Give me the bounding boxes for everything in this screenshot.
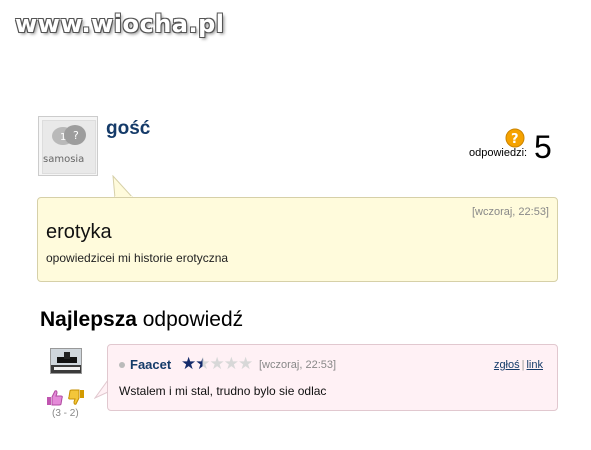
vote-count: (3 - 2): [52, 408, 79, 419]
answer-actions: zgłoś | link: [494, 359, 543, 371]
question-title: erotyka: [46, 221, 112, 243]
star-icon: ★: [181, 354, 196, 374]
question-author-avatar[interactable]: 1 ? samosia: [38, 116, 98, 176]
avatar-image: [51, 349, 81, 373]
rating-stars: ★★★★★: [181, 354, 253, 374]
best-answer-heading: Najlepsza odpowiedź: [40, 308, 243, 332]
report-link[interactable]: zgłoś: [494, 359, 520, 371]
question-bubble-tail: [112, 175, 135, 199]
star-icon: ★: [223, 354, 239, 374]
question-author-name[interactable]: gość: [106, 118, 150, 140]
answer-body: Wstalem i mi stal, trudno bylo sie odlac: [119, 384, 327, 398]
svg-text:1: 1: [60, 132, 66, 143]
answers-count: 5: [534, 129, 552, 165]
watermark: www.wiocha.pl: [15, 10, 225, 38]
permalink[interactable]: link: [526, 359, 543, 371]
svg-text:?: ?: [73, 129, 79, 142]
answer-author-avatar[interactable]: [50, 348, 82, 374]
thumbs-down-icon[interactable]: [67, 388, 85, 406]
status-dot: [119, 362, 125, 368]
star-icon: ★: [238, 354, 253, 374]
question-body: opowiedzicei mi historie erotyczna: [46, 251, 229, 265]
svg-text:?: ?: [511, 132, 519, 147]
answer-box: Faacet ★★★★★ [wczoraj, 22:53] zgłoś | link…: [107, 344, 558, 411]
help-circle-icon: ?: [505, 128, 525, 148]
best-answer-heading-bold: Najlepsza: [40, 308, 137, 331]
divider: |: [521, 359, 525, 371]
answer-author-name[interactable]: Faacet: [130, 357, 171, 372]
answers-count-label: odpowiedzi:: [469, 147, 528, 159]
star-icon: ★: [209, 354, 225, 374]
answer-date: [wczoraj, 22:53]: [259, 359, 337, 371]
question-box: [wczoraj, 22:53] erotyka opowiedzicei mi…: [37, 197, 558, 282]
thumbs-up-icon[interactable]: [46, 389, 64, 407]
star-icon: ★: [195, 354, 210, 374]
speech-bubbles-icon: 1 ?: [52, 125, 86, 145]
best-answer-heading-rest: odpowiedź: [142, 308, 244, 331]
avatar-logo: samosia: [43, 154, 85, 165]
question-date: [wczoraj, 22:53]: [471, 206, 549, 218]
